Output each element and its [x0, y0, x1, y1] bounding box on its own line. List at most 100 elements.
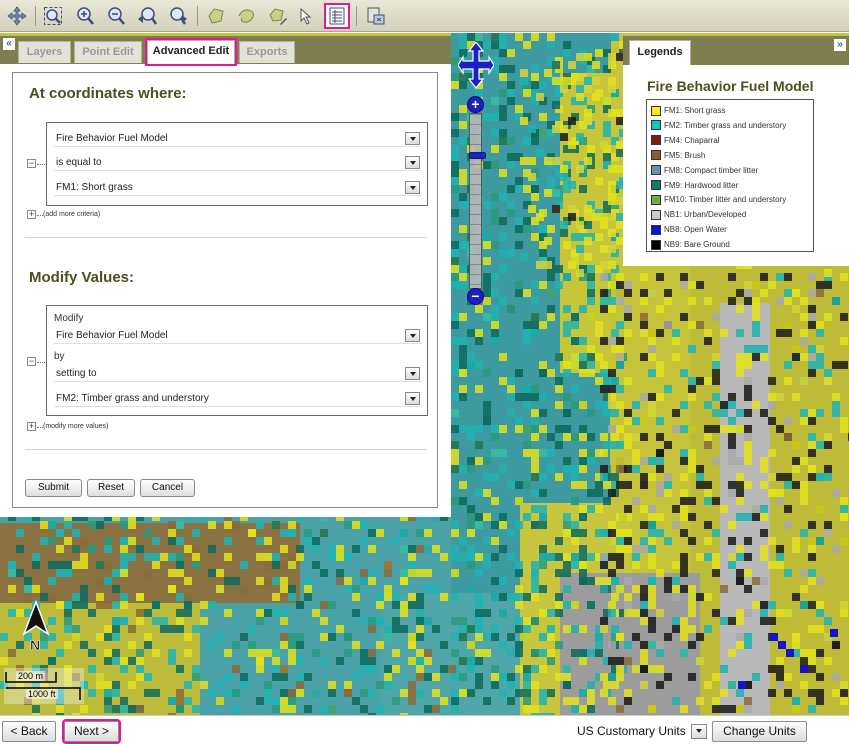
submit-button[interactable]: Submit	[25, 479, 82, 497]
legend-swatch	[651, 224, 661, 235]
legend-swatch	[651, 105, 661, 116]
reset-button[interactable]: Reset	[87, 479, 135, 497]
criteria-operator-select[interactable]: is equal to	[54, 155, 422, 171]
criteria-value-value: FM1: Short grass	[56, 182, 133, 193]
collapse-modify-icon[interactable]: −	[27, 357, 36, 366]
modify-field-select[interactable]: Fire Behavior Fuel Model	[54, 328, 422, 344]
by-label: by	[54, 351, 65, 362]
zoom-handle[interactable]	[469, 152, 486, 159]
zoom-previous-tool-button[interactable]	[134, 3, 160, 29]
legend-swatch	[651, 135, 661, 146]
units-select[interactable]: US Customary Units	[574, 721, 707, 742]
legend-item-label: FM4: Chaparral	[664, 135, 720, 145]
section-divider	[25, 237, 427, 238]
add-criteria-icon[interactable]: +	[27, 210, 36, 219]
edit-panel-tabbar: « Layers Point Edit Advanced Edit Export…	[0, 36, 451, 66]
tree-connector	[37, 164, 45, 165]
toolbar-separator	[197, 6, 198, 26]
criteria-box: Fire Behavior Fuel Model is equal to FM1…	[46, 122, 428, 206]
section-divider	[25, 449, 427, 450]
draw-polygon-tool-button[interactable]	[203, 3, 229, 29]
edit-polygon-tool-button[interactable]	[265, 3, 291, 29]
tab-legends[interactable]: Legends	[629, 40, 691, 65]
chevron-down-icon[interactable]	[405, 392, 420, 405]
map-toolbar	[0, 0, 849, 32]
pan-tool-button[interactable]	[4, 3, 30, 29]
zoom-next-tool-button[interactable]	[165, 3, 191, 29]
tab-point-edit[interactable]: Point Edit	[74, 41, 142, 63]
toolbar-separator	[35, 6, 36, 26]
chevron-down-icon[interactable]	[405, 329, 420, 342]
attribute-table-tool-button[interactable]	[324, 3, 350, 29]
chevron-down-icon[interactable]	[405, 132, 420, 145]
next-button[interactable]: Next >	[62, 719, 121, 744]
legend-item: FM5: Brush	[651, 148, 705, 163]
select-tool-button[interactable]	[294, 3, 320, 29]
legend-swatch	[651, 239, 661, 250]
tab-layers[interactable]: Layers	[18, 41, 71, 63]
polygon-icon	[208, 8, 224, 24]
add-more-criteria-link[interactable]: (add more criteria)	[43, 211, 100, 218]
chevron-down-icon[interactable]	[405, 181, 420, 194]
draw-freehand-tool-button[interactable]	[234, 3, 260, 29]
edit-polygon-icon	[269, 8, 287, 25]
legend-item: NB1: Urban/Developed	[651, 207, 746, 222]
criteria-operator-value: is equal to	[56, 157, 102, 168]
collapse-criteria-icon[interactable]: −	[27, 159, 36, 168]
scale-imperial-label: 1000 ft	[26, 689, 58, 699]
legend-item: FM8: Compact timber litter	[651, 163, 758, 178]
criteria-value-select[interactable]: FM1: Short grass	[54, 180, 422, 196]
arrow-icon	[300, 7, 312, 25]
tab-advanced-edit[interactable]: Advanced Edit	[145, 38, 237, 66]
wizard-nav-bar: < Back Next > US Customary Units Change …	[0, 715, 849, 744]
zoom-next-icon	[170, 7, 187, 25]
legend-item: NB9: Bare Ground	[651, 237, 730, 252]
legend-item: FM10: Timber litter and understory	[651, 192, 786, 207]
tab-exports[interactable]: Exports	[239, 41, 295, 63]
north-arrow: N	[16, 599, 56, 653]
criteria-field-value: Fire Behavior Fuel Model	[56, 133, 168, 144]
modify-more-values-link[interactable]: (modify more values)	[43, 423, 108, 430]
export-icon	[367, 7, 385, 25]
legend-swatch	[651, 180, 661, 190]
legend-swatch	[651, 150, 661, 161]
zoom-slider[interactable]: + −	[467, 96, 486, 305]
pan-control[interactable]	[457, 41, 495, 89]
advanced-edit-form: At coordinates where: − Fire Behavior Fu…	[12, 72, 438, 508]
back-button[interactable]: < Back	[2, 721, 56, 742]
collapse-right-icon[interactable]: »	[834, 39, 846, 51]
legend-title: Fire Behavior Fuel Model	[647, 78, 814, 94]
table-icon	[329, 7, 345, 25]
legend-item: FM4: Chaparral	[651, 133, 720, 148]
zoom-out-icon	[108, 7, 125, 25]
modify-value-select[interactable]: FM2: Timber grass and understory	[54, 391, 422, 407]
add-modify-icon[interactable]: +	[27, 422, 36, 431]
zoom-out-tool-button[interactable]	[103, 3, 129, 29]
legend-item-label: FM9: Hardwood litter	[664, 180, 739, 190]
pan-icon	[7, 6, 27, 26]
edit-panel: « Layers Point Edit Advanced Edit Export…	[0, 36, 451, 517]
zoom-previous-icon	[138, 7, 157, 25]
collapse-left-icon[interactable]: «	[3, 38, 15, 50]
legend-item: NB8: Open Water	[651, 222, 727, 237]
legend-item: FM9: Hardwood litter	[651, 178, 738, 193]
change-units-button[interactable]: Change Units	[712, 721, 807, 742]
legend-swatch	[651, 120, 661, 131]
legend-item-label: NB8: Open Water	[664, 225, 727, 235]
zoom-in-icon	[77, 7, 94, 25]
modify-method-select[interactable]: setting to	[54, 366, 422, 382]
zoom-in-button[interactable]: +	[467, 96, 484, 113]
zoom-out-button[interactable]: −	[467, 288, 484, 305]
zoom-in-tool-button[interactable]	[72, 3, 98, 29]
scale-metric-label: 200 m	[16, 671, 46, 681]
legend-item-label: FM8: Compact timber litter	[664, 165, 759, 175]
legend-swatch	[651, 165, 661, 176]
chevron-down-icon[interactable]	[691, 724, 707, 739]
zoom-track[interactable]	[469, 113, 486, 289]
zoom-extent-tool-button[interactable]	[40, 3, 66, 29]
criteria-field-select[interactable]: Fire Behavior Fuel Model	[54, 131, 422, 147]
chevron-down-icon[interactable]	[405, 156, 420, 169]
chevron-down-icon[interactable]	[405, 367, 420, 380]
export-tool-button[interactable]	[363, 3, 389, 29]
cancel-button[interactable]: Cancel	[140, 479, 195, 497]
